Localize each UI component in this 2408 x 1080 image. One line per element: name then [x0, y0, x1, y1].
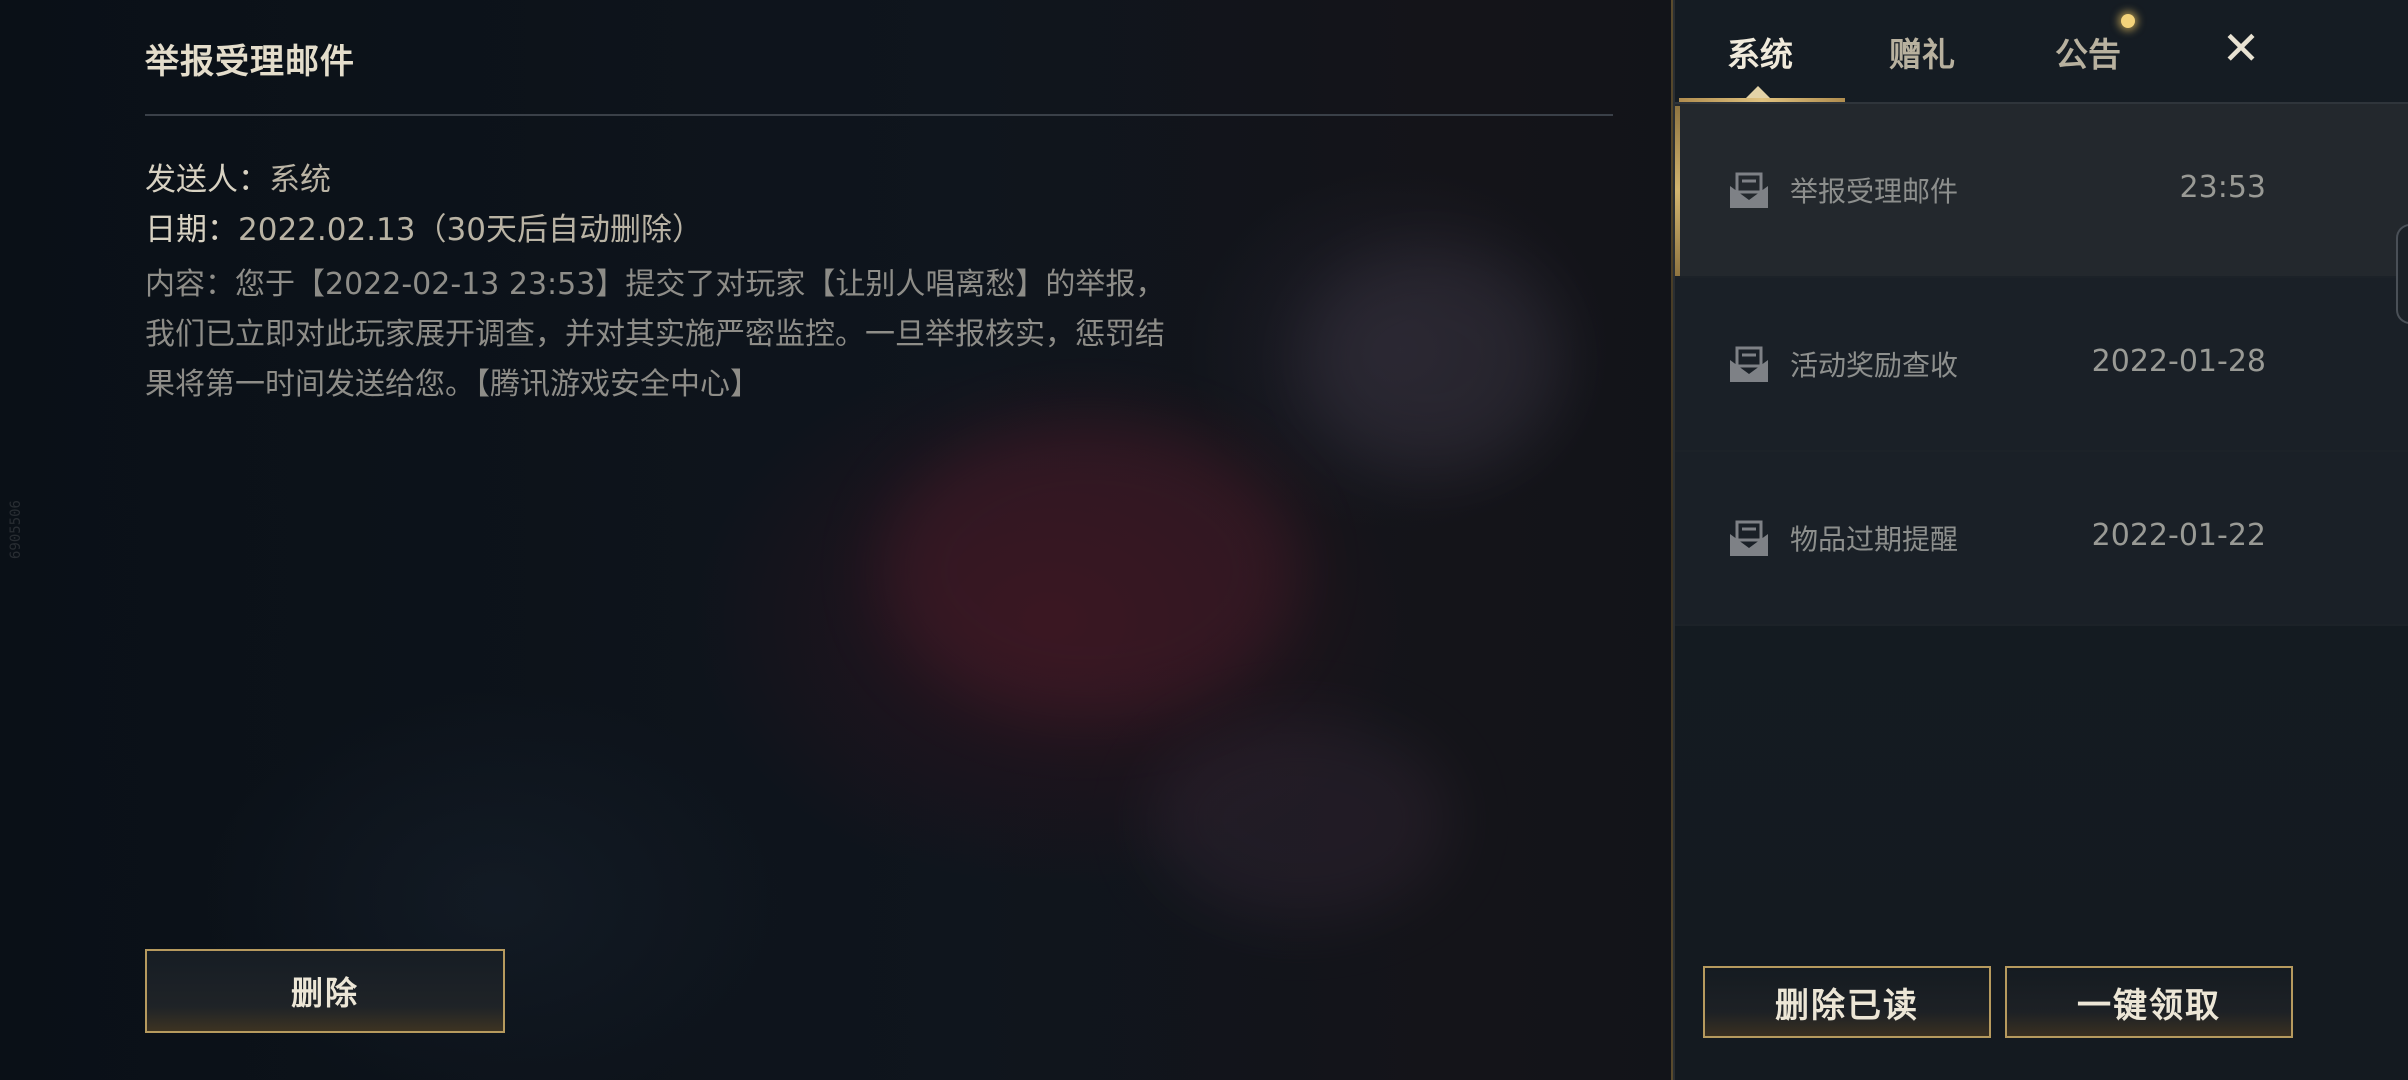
panel-border — [1671, 0, 1673, 1080]
date-label: 日期： — [145, 212, 238, 248]
mail-detail-title: 举报受理邮件 — [145, 42, 355, 82]
content-line: 内容：您于【2022-02-13 23:53】提交了对玩家【让别人唱离愁】的举报… — [145, 267, 1166, 302]
claim-all-button[interactable]: 一键领取 — [2005, 966, 2293, 1038]
active-tab-caret-icon — [1746, 86, 1770, 98]
mail-list-item[interactable]: 物品过期提醒 2022-01-22 — [1675, 452, 2408, 626]
sender-value: 系统 — [269, 162, 331, 198]
mail-screen: 6905506 举报受理邮件 发送人：系统 日期：2022.02.13（30天后… — [0, 0, 2408, 1080]
mail-subject: 物品过期提醒 — [1790, 523, 1959, 556]
mail-list: 举报受理邮件 23:53 活动奖励查收 2022-01-28 物品过期提醒 20… — [1675, 104, 2408, 626]
date-value: 2022.02.13（30天后自动删除） — [238, 212, 703, 248]
mail-date: 23:53 — [2179, 170, 2266, 205]
envelope-icon — [1730, 520, 1768, 556]
mail-subject: 举报受理邮件 — [1790, 175, 1959, 208]
mail-date: 2022-01-22 — [2091, 518, 2266, 553]
delete-read-button[interactable]: 删除已读 — [1703, 966, 1991, 1038]
close-button[interactable]: ✕ — [2215, 22, 2267, 74]
mail-date: 2022-01-28 — [2091, 344, 2266, 379]
selection-indicator — [1675, 106, 1680, 276]
mail-content: 内容：您于【2022-02-13 23:53】提交了对玩家【让别人唱离愁】的举报… — [145, 260, 1245, 410]
mail-subject: 活动奖励查收 — [1790, 349, 1959, 382]
mail-detail-panel: 举报受理邮件 发送人：系统 日期：2022.02.13（30天后自动删除） 内容… — [145, 0, 1615, 1080]
tab-system[interactable]: 系统 — [1727, 28, 1793, 76]
mail-list-panel: 系统 赠礼 公告 ✕ 举报受理邮件 23:53 活动奖励查收 2022-01-2… — [1671, 0, 2408, 1080]
mail-list-item[interactable]: 举报受理邮件 23:53 — [1675, 104, 2408, 278]
tab-announcements[interactable]: 公告 — [2055, 28, 2121, 76]
sender-line: 发送人：系统 — [145, 154, 331, 199]
mail-tabs: 系统 赠礼 公告 ✕ — [1675, 0, 2408, 104]
delete-button[interactable]: 删除 — [145, 949, 505, 1033]
content-line: 我们已立即对此玩家展开调查，并对其实施严密监控。一旦举报核实，惩罚结 — [145, 317, 1165, 352]
envelope-icon — [1730, 346, 1768, 382]
notification-dot-icon — [2121, 14, 2135, 28]
tab-gifts[interactable]: 赠礼 — [1889, 28, 1955, 76]
mail-list-item[interactable]: 活动奖励查收 2022-01-28 — [1675, 278, 2408, 452]
detail-divider — [145, 114, 1613, 116]
sender-label: 发送人： — [145, 162, 269, 198]
watermark-text: 6905506 — [8, 500, 24, 560]
content-line: 果将第一时间发送给您。【腾讯游戏安全中心】 — [145, 367, 760, 402]
date-line: 日期：2022.02.13（30天后自动删除） — [145, 204, 703, 249]
side-drawer-handle[interactable] — [2396, 224, 2408, 324]
envelope-icon — [1730, 172, 1768, 208]
